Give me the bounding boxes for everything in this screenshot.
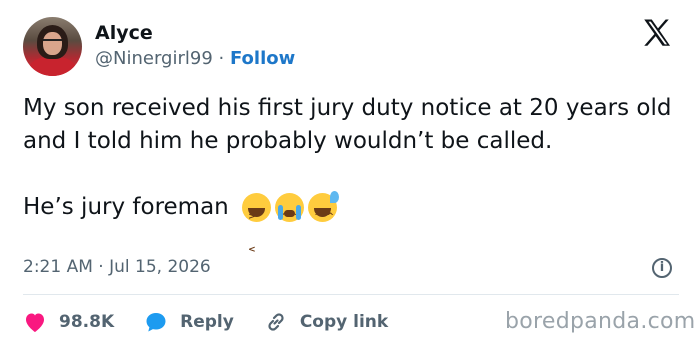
loudly-crying-face-icon: ^^	[275, 193, 305, 222]
grinning-squinting-face-icon: ><	[242, 193, 272, 255]
reply-label: Reply	[180, 312, 234, 332]
reply-button[interactable]: Reply	[144, 311, 234, 333]
copy-link-button[interactable]: Copy link	[264, 310, 388, 334]
avatar[interactable]	[23, 17, 82, 76]
grinning-face-with-sweat-icon: ^^	[308, 191, 340, 222]
tweet-text: My son received his first jury duty noti…	[23, 95, 672, 154]
x-logo-icon[interactable]	[640, 16, 674, 50]
author-handle[interactable]: @Ninergirl99	[95, 48, 213, 69]
info-icon[interactable]: i	[652, 258, 672, 278]
follow-button[interactable]: Follow	[230, 48, 295, 69]
watermark: boredpanda.com	[505, 309, 696, 334]
action-bar: 98.8K Reply Copy link	[23, 307, 388, 337]
author-handle-row: @Ninergirl99 · Follow	[95, 48, 295, 69]
like-button[interactable]: 98.8K	[23, 311, 114, 333]
link-icon	[268, 313, 284, 331]
copy-link-label: Copy link	[299, 312, 389, 332]
like-count: 98.8K	[59, 312, 115, 332]
separator-dot: ·	[218, 48, 225, 69]
tweet-line-2: He’s jury foreman >< ^^ ^^	[23, 191, 683, 255]
tweet-body: My son received his first jury duty noti…	[23, 92, 683, 255]
timestamp[interactable]: 2:21 AM · Jul 15, 2026	[23, 257, 211, 277]
reply-bubble-icon	[146, 313, 166, 332]
heart-icon	[26, 313, 44, 332]
divider	[23, 294, 679, 295]
tweet-line-2-text: He’s jury foreman	[23, 194, 229, 220]
author-name[interactable]: Alyce	[95, 22, 153, 44]
